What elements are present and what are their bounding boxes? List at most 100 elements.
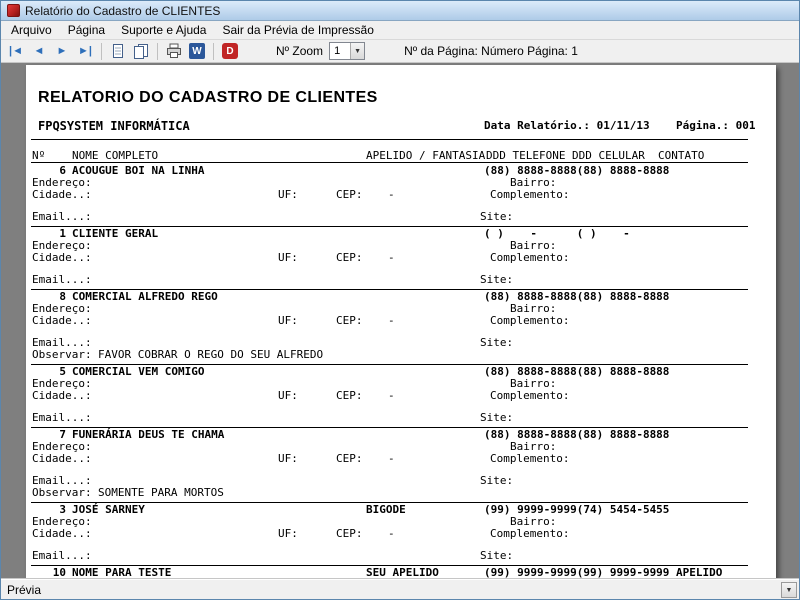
column-num: Nº: [32, 149, 46, 162]
export-word-button[interactable]: W: [186, 41, 208, 61]
column-telefone: DDD TELEFONE: [486, 149, 566, 162]
header-divider: [31, 139, 748, 140]
label-cep: CEP:: [336, 251, 363, 264]
app-window: Relatório do Cadastro de CLIENTES Arquiv…: [0, 0, 800, 600]
label-cidade: Cidade..:: [32, 188, 92, 201]
label-uf: UF:: [278, 188, 298, 201]
label-site: Site:: [480, 273, 514, 286]
record-name-row: 10 NOME PARA TESTE SEU APELIDO (99) 9999…: [26, 567, 776, 579]
menu-sair-da-previa[interactable]: Sair da Prévia de Impressão: [214, 21, 381, 39]
last-page-button[interactable]: ►|: [74, 41, 96, 61]
label-complemento: Complemento:: [490, 389, 570, 402]
preview-workspace[interactable]: RELATORIO DO CADASTRO DE CLIENTES FPQSYS…: [1, 63, 799, 579]
page-info-text: Nº da Página: Número Página: 1: [404, 44, 578, 58]
record-nome: ACOUGUE BOI NA LINHA: [72, 164, 205, 177]
previous-page-button[interactable]: ◄: [28, 41, 50, 61]
record-endereco-row: Endereço: Bairro:: [26, 516, 776, 528]
multi-page-icon: [134, 44, 148, 59]
menu-arquivo[interactable]: Arquivo: [3, 21, 60, 39]
record-name-row: 6 ACOUGUE BOI NA LINHA (88) 8888-8888(88…: [26, 165, 776, 177]
record-observar-row: Observar: FAVOR COBRAR O REGO DO SEU ALF…: [26, 349, 776, 361]
first-page-button[interactable]: |◄: [5, 41, 27, 61]
toolbar: |◄ ◄ ► ►| W D Nº Zoom 1 ▼ Nº da Página: …: [1, 40, 799, 63]
label-complemento: Complemento:: [490, 527, 570, 540]
record-email-row: Email...: Site:: [26, 412, 776, 424]
column-celular: DDD CELULAR: [572, 149, 645, 162]
last-page-icon: ►|: [78, 44, 92, 57]
label-cep-dash: -: [388, 188, 395, 201]
label-email: Email...:: [32, 549, 92, 562]
print-button[interactable]: [163, 41, 185, 61]
label-cep-dash: -: [388, 527, 395, 540]
column-nome: NOME COMPLETO: [72, 149, 159, 162]
record-spacer: [26, 201, 776, 211]
label-email: Email...:: [32, 273, 92, 286]
label-cidade: Cidade..:: [32, 251, 92, 264]
record-apelido: BIGODE: [366, 503, 406, 516]
record-spacer: [26, 465, 776, 475]
report-page: RELATORIO DO CADASTRO DE CLIENTES FPQSYS…: [26, 65, 776, 579]
title-bar: Relatório do Cadastro de CLIENTES: [1, 1, 799, 21]
toolbar-separator: [157, 42, 158, 60]
menu-pagina[interactable]: Página: [60, 21, 113, 39]
label-email: Email...:: [32, 411, 92, 424]
status-bar: Prévia ▼: [1, 579, 799, 599]
first-page-icon: |◄: [9, 44, 23, 57]
window-title: Relatório do Cadastro de CLIENTES: [25, 3, 221, 18]
record-cidade-row: Cidade..: UF: CEP: - Complemento:: [26, 528, 776, 540]
column-header-divider: [31, 162, 748, 163]
status-label: Prévia: [7, 582, 42, 597]
column-header-row: Nº NOME COMPLETO APELIDO / FANTASIA DDD …: [26, 149, 776, 162]
label-observar: Observar:: [32, 486, 92, 499]
zoom-select[interactable]: 1 ▼: [329, 42, 366, 60]
company-name: FPQSYSTEM INFORMÁTICA: [38, 119, 190, 133]
label-cidade: Cidade..:: [32, 527, 92, 540]
label-cidade: Cidade..:: [32, 452, 92, 465]
label-site: Site:: [480, 336, 514, 349]
single-page-icon: [113, 44, 123, 58]
menu-suporte-e-ajuda[interactable]: Suporte e Ajuda: [113, 21, 214, 39]
chevron-down-icon: ▼: [785, 586, 793, 594]
next-page-icon: ►: [56, 44, 68, 57]
zoom-label: Nº Zoom: [276, 44, 324, 58]
toolbar-separator: [213, 42, 214, 60]
zoom-value: 1: [334, 45, 341, 57]
record-spacer: [26, 402, 776, 412]
record-apelido: SEU APELIDO: [366, 566, 439, 579]
label-complemento: Complemento:: [490, 452, 570, 465]
client-record: 3 JOSÉ SARNEY BIGODE (99) 9999-9999(74) …: [26, 504, 776, 566]
export-pdf-button[interactable]: D: [219, 41, 241, 61]
label-cep-dash: -: [388, 251, 395, 264]
menu-bar: Arquivo Página Suporte e Ajuda Sair da P…: [1, 21, 799, 40]
record-nome: FUNERÁRIA DEUS TE CHAMA: [72, 428, 225, 441]
print-icon: [167, 43, 181, 58]
client-record: 7 FUNERÁRIA DEUS TE CHAMA (88) 8888-8888…: [26, 429, 776, 503]
single-page-view-button[interactable]: [107, 41, 129, 61]
previous-page-icon: ◄: [33, 44, 45, 57]
record-list: 6 ACOUGUE BOI NA LINHA (88) 8888-8888(88…: [26, 165, 776, 579]
multi-page-view-button[interactable]: [130, 41, 152, 61]
record-cidade-row: Cidade..: UF: CEP: - Complemento:: [26, 390, 776, 402]
next-page-button[interactable]: ►: [51, 41, 73, 61]
label-uf: UF:: [278, 527, 298, 540]
label-email: Email...:: [32, 210, 92, 223]
label-complemento: Complemento:: [490, 314, 570, 327]
record-endereco-row: Endereço: Bairro:: [26, 441, 776, 453]
record-cidade-row: Cidade..: UF: CEP: - Complemento:: [26, 453, 776, 465]
status-dropdown-button[interactable]: ▼: [781, 582, 797, 598]
client-record: 10 NOME PARA TESTE SEU APELIDO (99) 9999…: [26, 567, 776, 580]
record-name-row: 3 JOSÉ SARNEY BIGODE (99) 9999-9999(74) …: [26, 504, 776, 516]
word-export-icon: W: [189, 43, 205, 59]
record-telefones: ( ) - ( ) -: [484, 227, 630, 240]
column-contato: CONTATO: [658, 149, 705, 162]
client-record: 1 CLIENTE GERAL ( ) - ( ) - Endereço: Ba…: [26, 228, 776, 290]
label-cep: CEP:: [336, 527, 363, 540]
label-uf: UF:: [278, 452, 298, 465]
label-observar: Observar:: [32, 348, 92, 361]
record-endereco-row: Endereço: Bairro:: [26, 177, 776, 189]
label-cidade: Cidade..:: [32, 314, 92, 327]
label-site: Site:: [480, 210, 514, 223]
record-endereco-row: Endereço: Bairro:: [26, 240, 776, 252]
label-cep: CEP:: [336, 389, 363, 402]
record-name-row: 7 FUNERÁRIA DEUS TE CHAMA (88) 8888-8888…: [26, 429, 776, 441]
